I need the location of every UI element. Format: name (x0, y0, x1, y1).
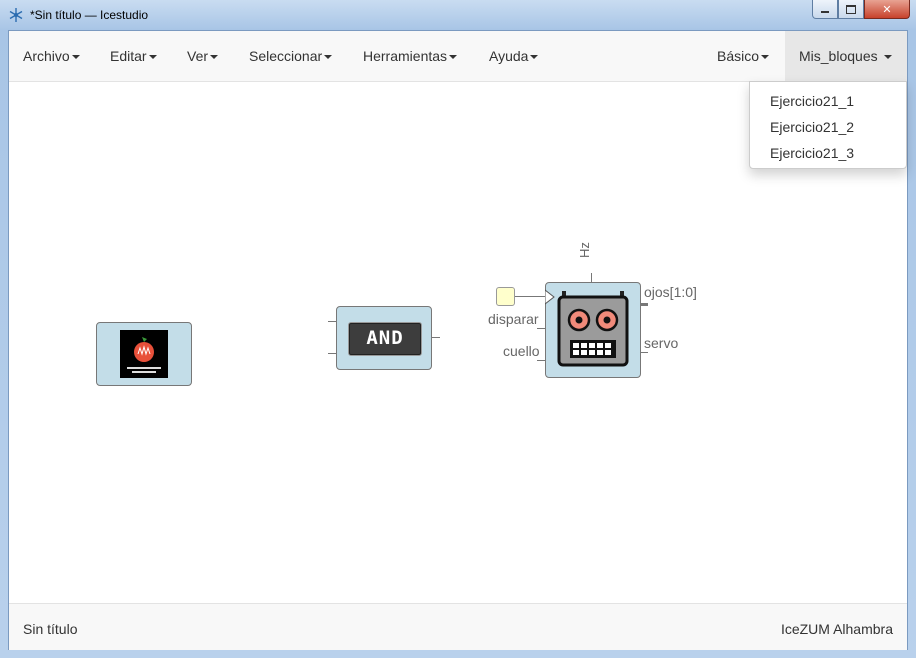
and-output-wire (432, 337, 440, 338)
caret-down-icon (210, 55, 219, 60)
caret-down-icon (449, 55, 458, 60)
and-gate-icon: AND (348, 322, 422, 356)
disparar-wire (515, 296, 545, 297)
menu-mis-bloques-label: Mis_bloques (799, 48, 878, 64)
menu-archivo[interactable]: Archivo (23, 31, 80, 81)
menu-mis-bloques[interactable]: Mis_bloques (785, 31, 907, 81)
caret-down-icon (324, 55, 333, 60)
project-name: Sin título (23, 621, 78, 637)
port-ojos-label: ojos[1:0] (644, 284, 697, 300)
dropdown-item-ejercicio21-3[interactable]: Ejercicio21_3 (770, 145, 854, 161)
menu-ver[interactable]: Ver (187, 31, 219, 81)
port-servo-label: servo (644, 335, 679, 351)
app-client: Archivo Editar Ver Seleccionar Herramien… (8, 30, 908, 650)
hz-wire (591, 273, 592, 282)
menu-editar[interactable]: Editar (110, 31, 157, 81)
ojos-port-wire (640, 303, 648, 306)
dropdown-item-ejercicio21-2[interactable]: Ejercicio21_2 (770, 119, 854, 135)
minimize-icon (821, 11, 829, 13)
caret-down-icon (530, 55, 539, 60)
icestudio-icon (9, 8, 23, 22)
menu-editar-label: Editar (110, 48, 147, 64)
maximize-icon (846, 4, 856, 14)
hackerspace-logo-image (120, 330, 168, 378)
disparar-input-pin[interactable] (496, 287, 515, 306)
maximize-button[interactable] (838, 0, 864, 19)
menu-ayuda[interactable]: Ayuda (489, 31, 539, 81)
cuello-port-wire (537, 360, 545, 361)
menu-ver-label: Ver (187, 48, 209, 64)
status-bar: Sin título IceZUM Alhambra (9, 603, 907, 650)
and-gate-label: AND (366, 327, 404, 349)
menu-seleccionar[interactable]: Seleccionar (249, 31, 333, 81)
close-button[interactable]: ✕ (864, 0, 910, 19)
menu-seleccionar-label: Seleccionar (249, 48, 323, 64)
robot-icon (545, 289, 629, 367)
title-bar[interactable]: *Sin título — Icestudio ✕ (0, 0, 916, 30)
port-disparar-label: disparar (488, 311, 539, 327)
port-cuello-label: cuello (503, 343, 540, 359)
app-window: *Sin título — Icestudio ✕ Archivo Editar… (0, 0, 916, 658)
robot-block[interactable] (545, 282, 641, 378)
menu-bar: Archivo Editar Ver Seleccionar Herramien… (9, 31, 907, 82)
disparar-port-wire (537, 328, 545, 329)
board-selector[interactable]: IceZUM Alhambra (781, 621, 893, 637)
servo-port-wire (640, 352, 648, 353)
mis-bloques-dropdown: Ejercicio21_1 Ejercicio21_2 Ejercicio21_… (749, 81, 907, 169)
and-gate-block[interactable]: AND (336, 306, 432, 370)
menu-herramientas-label: Herramientas (363, 48, 448, 64)
minimize-button[interactable] (812, 0, 838, 19)
menu-ayuda-label: Ayuda (489, 48, 529, 64)
caret-down-icon (761, 55, 770, 60)
caret-down-icon (148, 55, 157, 60)
menu-herramientas[interactable]: Herramientas (363, 31, 458, 81)
and-input-b-wire (328, 353, 336, 354)
dropdown-item-ejercicio21-1[interactable]: Ejercicio21_1 (770, 93, 854, 109)
caret-down-icon (883, 55, 892, 60)
and-input-a-wire (328, 321, 336, 322)
close-icon: ✕ (882, 3, 892, 16)
port-hz-label: Hz (577, 242, 592, 258)
menu-archivo-label: Archivo (23, 48, 70, 64)
caret-down-icon (71, 55, 80, 60)
window-title: *Sin título — Icestudio (30, 8, 149, 22)
logo-block[interactable] (96, 322, 192, 386)
menu-basico-label: Básico (717, 48, 760, 64)
menu-basico[interactable]: Básico (717, 31, 770, 81)
